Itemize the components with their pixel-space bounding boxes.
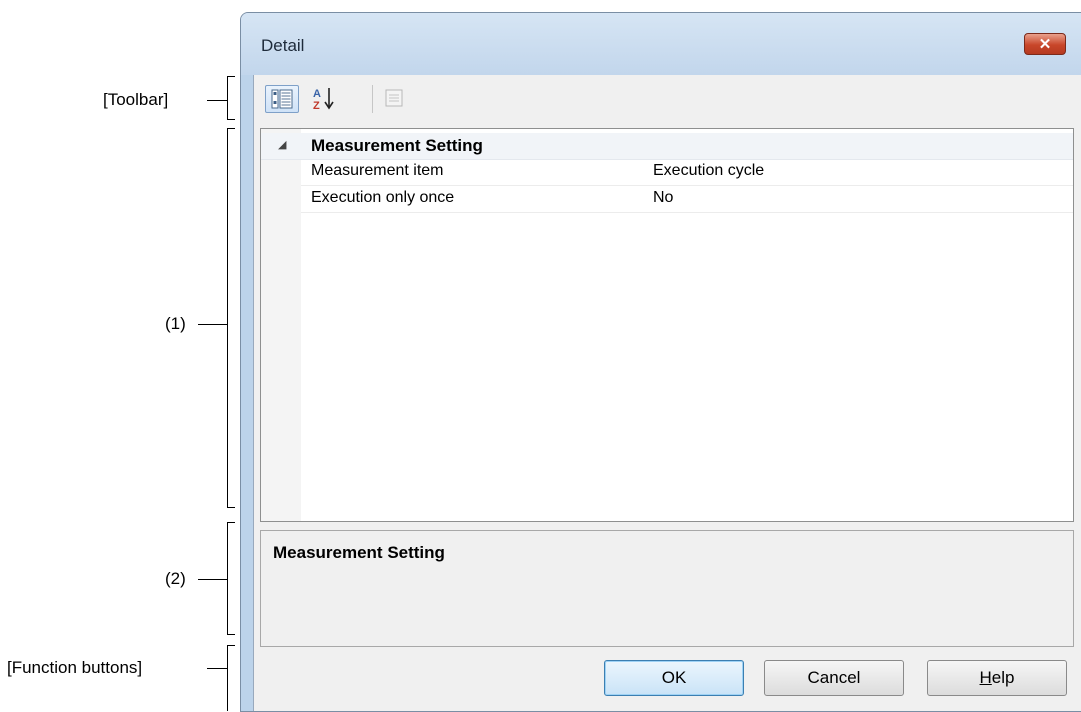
cancel-button[interactable]: Cancel xyxy=(764,660,904,696)
close-x-icon: ✕ xyxy=(1038,36,1052,53)
property-area-annotation-leader xyxy=(198,324,227,325)
svg-text:A: A xyxy=(313,88,321,100)
toolbar-separator xyxy=(372,85,373,113)
function-buttons-annotation: [Function buttons] xyxy=(7,658,143,677)
description-title: Measurement Setting xyxy=(273,543,445,562)
close-button[interactable]: ✕ xyxy=(1024,33,1066,55)
property-name: Execution only once xyxy=(311,189,455,206)
property-row[interactable]: Execution only once No xyxy=(301,186,1073,213)
help-mnemonic: H xyxy=(979,668,992,687)
property-pages-icon xyxy=(385,89,403,107)
property-name: Measurement item xyxy=(311,162,444,179)
description-area-annotation: (2) xyxy=(165,569,186,588)
collapse-triangle-icon[interactable]: ◢ xyxy=(278,138,286,151)
category-row[interactable]: ◢ Measurement Setting xyxy=(261,133,1073,160)
description-area-annotation-leader xyxy=(198,579,227,580)
title-bar[interactable]: Detail ✕ xyxy=(241,13,1081,75)
category-label: Measurement Setting xyxy=(311,136,483,155)
function-buttons-annotation-leader xyxy=(207,668,227,669)
categorized-view-button[interactable] xyxy=(265,85,299,113)
sort-alphabetical-icon: A Z xyxy=(313,88,334,112)
function-buttons-annotation-bracket xyxy=(227,645,228,711)
toolbar-annotation: [Toolbar] xyxy=(103,90,169,109)
detail-dialog: Detail ✕ A Z ◢ Measurement Setting Measu… xyxy=(240,12,1081,712)
ok-button[interactable]: OK xyxy=(604,660,744,696)
sort-alphabetical-button[interactable]: A Z xyxy=(306,85,346,113)
property-value[interactable]: No xyxy=(653,189,673,207)
property-grid[interactable]: ◢ Measurement Setting Measurement item E… xyxy=(260,128,1074,522)
help-label: elp xyxy=(991,668,1015,687)
dialog-title: Detail xyxy=(261,36,305,55)
grid-left-margin xyxy=(261,129,301,521)
toolbar-annotation-bracket xyxy=(227,76,228,120)
dialog-client-area: A Z ◢ Measurement Setting Measurement it… xyxy=(253,75,1081,711)
svg-text:Z: Z xyxy=(313,100,320,111)
help-button[interactable]: Help xyxy=(927,660,1067,696)
property-pages-button[interactable] xyxy=(378,85,412,113)
toolbar-annotation-leader xyxy=(207,100,227,101)
property-value[interactable]: Execution cycle xyxy=(653,162,764,180)
property-area-annotation-bracket xyxy=(227,128,228,508)
categorized-view-icon xyxy=(271,89,293,109)
description-panel: Measurement Setting xyxy=(260,530,1074,647)
toolbar: A Z xyxy=(254,75,1081,123)
description-area-annotation-bracket xyxy=(227,522,228,635)
property-row[interactable]: Measurement item Execution cycle xyxy=(301,159,1073,186)
property-area-annotation: (1) xyxy=(165,314,186,333)
